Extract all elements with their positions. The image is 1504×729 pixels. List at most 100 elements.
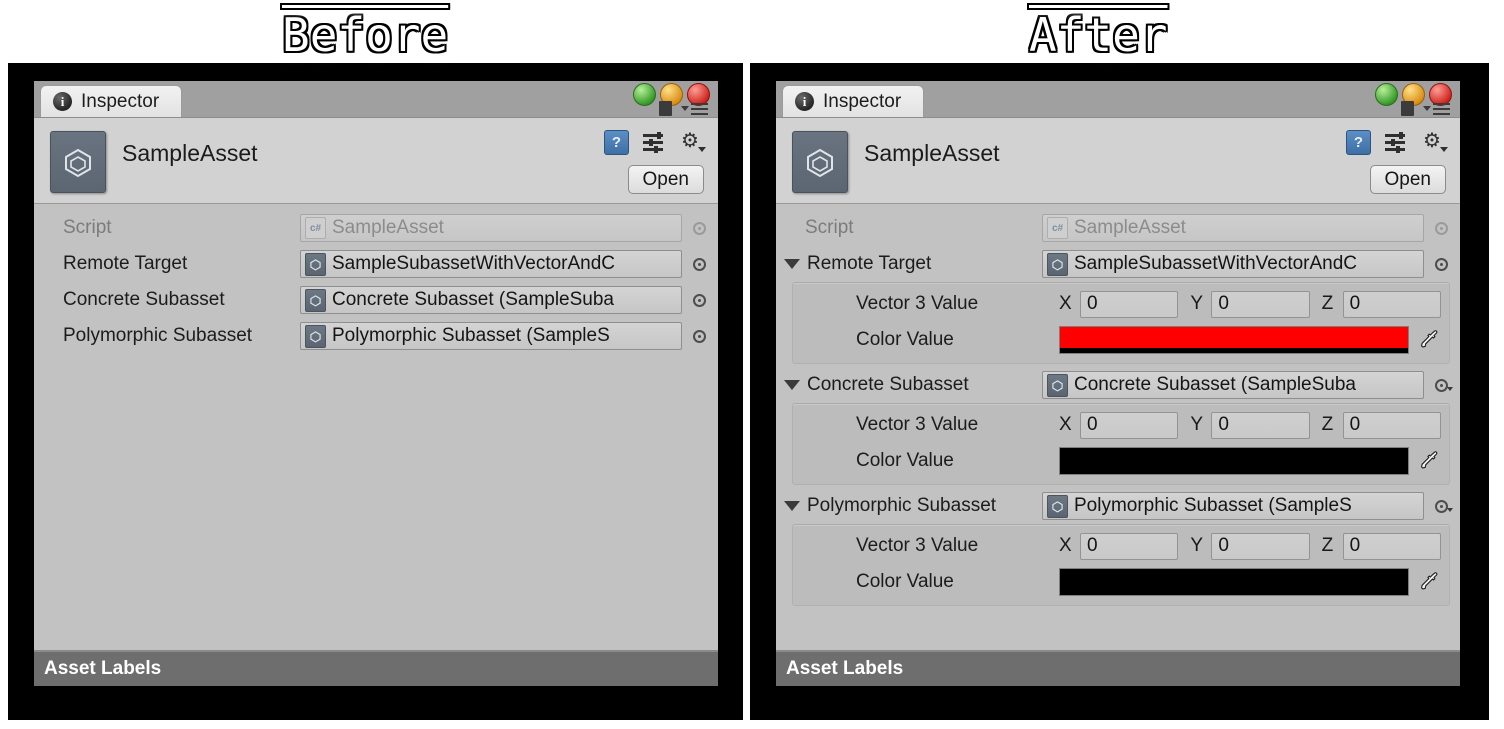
script-object-field: c# SampleAsset (1042, 214, 1424, 242)
object-picker-icon-script (1430, 221, 1452, 235)
vector3-z-input[interactable]: 0 (1342, 532, 1441, 560)
foldout-triangle-icon-polymorphic-subasset[interactable] (784, 501, 800, 511)
gear-icon[interactable]: ⚙ (681, 131, 706, 154)
preset-sliders-icon[interactable] (1385, 132, 1409, 153)
info-icon: i (53, 92, 72, 111)
color-swatch-remote-target[interactable] (1059, 326, 1409, 354)
label-cell: Vector 3 Value (793, 293, 1059, 315)
eyedropper-icon[interactable] (1417, 570, 1441, 594)
vector3-x: X 0 (1059, 532, 1179, 560)
screenshot-root: Before After i Inspector SampleAsset ? ⚙… (0, 0, 1504, 729)
asset-labels-bar[interactable]: Asset Labels (776, 650, 1460, 686)
foldout-triangle-icon-concrete-subasset[interactable] (784, 380, 800, 390)
asset-labels-label: Asset Labels (786, 658, 904, 679)
hamburger-menu-icon[interactable] (681, 102, 708, 115)
object-picker-icon-concrete-subasset[interactable] (1430, 378, 1453, 392)
vector3-x-input[interactable]: 0 (1080, 532, 1179, 560)
tab-tools (1401, 101, 1450, 116)
remote-target-object-field[interactable]: SampleSubassetWithVectorAndC (300, 250, 682, 278)
concrete-subasset-object-field[interactable]: Concrete Subasset (SampleSuba (300, 286, 682, 314)
color-field (1059, 326, 1441, 354)
vector3-y-input[interactable]: 0 (1211, 290, 1310, 318)
asset-header: SampleAsset ? ⚙ Open (776, 118, 1460, 204)
polymorphic-subasset-object-field[interactable]: Polymorphic Subasset (SampleS (1042, 492, 1424, 520)
tab-inspector[interactable]: i Inspector (40, 85, 183, 117)
object-picker-icon-polymorphic-subasset[interactable] (1430, 499, 1453, 513)
open-button[interactable]: Open (627, 165, 704, 194)
vector3-z-input[interactable]: 0 (1342, 411, 1441, 439)
lock-icon[interactable] (659, 101, 672, 116)
vector3-z-label: Z (1321, 293, 1334, 314)
object-picker-icon-remote-target[interactable] (688, 257, 710, 271)
inspector-body-before: Script c# SampleAsset Remote Target Samp… (34, 204, 718, 650)
vector3-x-input[interactable]: 0 (1080, 411, 1179, 439)
remote-target-object-field[interactable]: SampleSubassetWithVectorAndC (1042, 250, 1424, 278)
concrete-subasset-object-field[interactable]: Concrete Subasset (SampleSuba (1042, 371, 1424, 399)
lock-icon[interactable] (1401, 101, 1414, 116)
gear-icon[interactable]: ⚙ (1423, 131, 1448, 154)
asset-header: SampleAsset ? ⚙ Open (34, 118, 718, 204)
tab-inspector-label: Inspector (823, 90, 902, 112)
object-picker-icon-polymorphic-subasset[interactable] (688, 329, 710, 343)
color-swatch-polymorphic-subasset[interactable] (1059, 568, 1409, 596)
vector3-y: Y 0 (1190, 411, 1310, 439)
vector3-x-input[interactable]: 0 (1080, 290, 1179, 318)
eyedropper-icon[interactable] (1417, 449, 1441, 473)
remote-target-value: SampleSubassetWithVectorAndC (1074, 253, 1358, 274)
polymorphic-subasset-object-field[interactable]: Polymorphic Subasset (SampleS (300, 322, 682, 350)
row-vector3: Vector 3 Value X 0 Y 0 Z 0 (793, 286, 1449, 322)
help-book-icon[interactable]: ? (604, 130, 629, 155)
open-button[interactable]: Open (1369, 165, 1446, 194)
script-value: SampleAsset (332, 217, 444, 238)
foldout-triangle-icon-remote-target[interactable] (784, 259, 800, 269)
field-label-remote-target: Remote Target (63, 253, 188, 274)
tab-inspector-label: Inspector (81, 90, 160, 112)
eyedropper-icon[interactable] (1417, 328, 1441, 352)
vector3-z-label: Z (1321, 535, 1334, 556)
vector3-y-input[interactable]: 0 (1211, 532, 1310, 560)
row-remote-target: Remote Target SampleSubassetWithVectorAn… (776, 246, 1460, 282)
row-script: Script c# SampleAsset (34, 210, 718, 246)
nested-properties-concrete-subasset: Vector 3 Value X 0 Y 0 Z 0 Color Value (792, 403, 1450, 485)
unity-object-icon (1047, 373, 1068, 397)
row-color: Color Value (793, 564, 1449, 600)
label-cell: Polymorphic Subasset (34, 325, 300, 347)
row-polymorphic-subasset: Polymorphic Subasset Polymorphic Subasse… (776, 488, 1460, 524)
remote-target-value: SampleSubassetWithVectorAndC (332, 253, 616, 274)
inspector-window-before: i Inspector SampleAsset ? ⚙ Open Script … (34, 81, 718, 686)
hamburger-menu-icon[interactable] (1423, 102, 1450, 115)
asset-labels-label: Asset Labels (44, 658, 162, 679)
color-field (1059, 568, 1441, 596)
field-label-polymorphic-subasset: Polymorphic Subasset (63, 325, 253, 346)
inspector-window-after: i Inspector SampleAsset ? ⚙ Open Script … (776, 81, 1460, 686)
tab-inspector[interactable]: i Inspector (782, 85, 925, 117)
field-label-vector3: Vector 3 Value (856, 293, 979, 314)
help-book-icon[interactable]: ? (1346, 130, 1371, 155)
color-field (1059, 447, 1441, 475)
caption-after: After (1029, 8, 1168, 62)
caption-before: Before (282, 8, 449, 62)
object-picker-icon-script (688, 221, 710, 235)
vector3-y-label: Y (1190, 414, 1204, 435)
unity-object-icon (1047, 252, 1068, 276)
label-cell: Concrete Subasset (776, 374, 1042, 396)
script-value: SampleAsset (1074, 217, 1186, 238)
label-cell: Polymorphic Subasset (776, 495, 1042, 517)
window-button-green[interactable] (633, 83, 656, 106)
row-remote-target: Remote Target SampleSubassetWithVectorAn… (34, 246, 718, 282)
object-picker-icon-remote-target[interactable] (1430, 257, 1452, 271)
unity-asset-icon (50, 131, 106, 193)
vector3-z-input[interactable]: 0 (1342, 290, 1441, 318)
page-title: SampleAsset (864, 140, 1000, 166)
row-color: Color Value (793, 322, 1449, 358)
window-button-green[interactable] (1375, 83, 1398, 106)
vector3-y-input[interactable]: 0 (1211, 411, 1310, 439)
asset-labels-bar[interactable]: Asset Labels (34, 650, 718, 686)
object-picker-icon-concrete-subasset[interactable] (688, 293, 710, 307)
field-label-concrete-subasset: Concrete Subasset (63, 289, 225, 310)
concrete-subasset-value: Concrete Subasset (SampleSuba (332, 289, 614, 310)
preset-sliders-icon[interactable] (643, 132, 667, 153)
color-swatch-concrete-subasset[interactable] (1059, 447, 1409, 475)
unity-object-icon (305, 288, 326, 312)
row-concrete-subasset: Concrete Subasset Concrete Subasset (Sam… (34, 282, 718, 318)
